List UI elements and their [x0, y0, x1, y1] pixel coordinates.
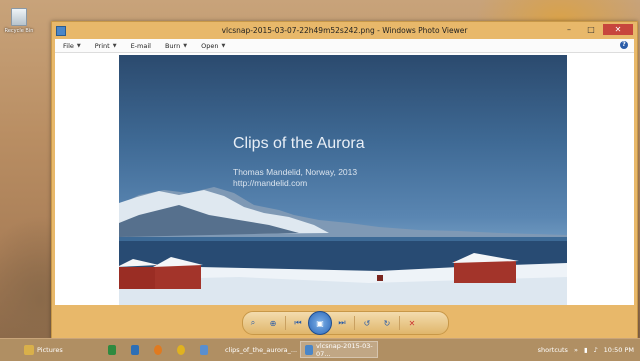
chevron-down-icon: ▼ [112, 42, 117, 49]
recycle-bin[interactable]: Recycle Bin [4, 8, 34, 34]
taskbar-app-firefox[interactable] [150, 341, 166, 358]
taskbar-app-excel[interactable] [104, 341, 120, 358]
chevron-down-icon: ▼ [221, 42, 226, 49]
slideshow-button[interactable]: ▣ [308, 311, 332, 335]
zoom-icon[interactable]: ⌕ [243, 316, 263, 330]
shortcuts-toolbar[interactable]: shortcuts [538, 346, 568, 354]
menu-open-label: Open [201, 41, 219, 50]
rotate-clockwise-icon[interactable]: ↻ [377, 316, 397, 330]
network-icon[interactable]: ▮ [584, 346, 588, 354]
photo-viewer-icon [305, 344, 313, 355]
chevron-down-icon: ▼ [183, 42, 188, 49]
menu-bar: File ▼ Print ▼ E-mail Burn ▼ Open ▼ ? [55, 39, 634, 53]
recycle-bin-icon [11, 8, 27, 26]
excel-icon [108, 344, 116, 355]
divider [399, 316, 400, 330]
taskbar-app-photos[interactable] [196, 341, 212, 358]
chrome-icon [177, 344, 185, 355]
menu-print[interactable]: Print ▼ [95, 42, 117, 50]
previous-icon[interactable]: ⏮ [288, 316, 308, 330]
fit-window-icon[interactable]: ⊕ [263, 316, 283, 330]
menu-burn[interactable]: Burn ▼ [165, 42, 187, 50]
menu-file[interactable]: File ▼ [63, 42, 81, 50]
close-button[interactable]: ✕ [603, 24, 633, 35]
photo-credit: Thomas Mandelid, Norway, 2013 [233, 167, 358, 177]
photo-url: http://mandelid.com [233, 178, 308, 188]
taskbar-item-label: Pictures [37, 345, 63, 354]
tray-arrow-icon[interactable]: » [574, 346, 578, 354]
minimize-button[interactable]: – [559, 24, 579, 35]
taskbar-item-label: vlcsnap-2015-03-07... [316, 341, 373, 358]
help-icon[interactable]: ? [620, 41, 628, 49]
menu-email-label: E-mail [130, 41, 151, 50]
taskbar-item-vlc[interactable]: clips_of_the_aurora_... [218, 341, 298, 358]
photo-subtitle: Thomas Mandelid, Norway, 2013 http://man… [233, 167, 357, 189]
window-title: vlcsnap-2015-03-07-22h49m52s242.png - Wi… [221, 26, 468, 35]
menu-print-label: Print [94, 41, 110, 50]
taskbar-item-pictures[interactable]: Pictures [20, 341, 90, 358]
taskbar-app-chrome[interactable] [173, 341, 189, 358]
photo-title-text: Clips of the Aurora [233, 135, 365, 152]
menu-file-label: File [63, 41, 74, 50]
volume-icon[interactable]: ♪ [594, 346, 598, 354]
taskbar: Pictures clips_of_the_aurora_... vlcsnap… [0, 338, 640, 361]
menu-burn-label: Burn [164, 41, 181, 50]
folder-icon [24, 344, 34, 355]
firefox-icon [154, 344, 162, 355]
recycle-bin-label: Recycle Bin [4, 28, 34, 34]
system-tray: shortcuts » ▮ ♪ 10:50 PM [538, 341, 634, 358]
photo-viewer-window: vlcsnap-2015-03-07-22h49m52s242.png - Wi… [51, 21, 638, 339]
maximize-button[interactable]: □ [581, 24, 601, 35]
delete-icon[interactable]: ✕ [402, 316, 422, 330]
menu-open[interactable]: Open ▼ [201, 42, 225, 50]
title-bar[interactable]: vlcsnap-2015-03-07-22h49m52s242.png - Wi… [52, 22, 637, 39]
taskbar-item-label: clips_of_the_aurora_... [225, 345, 298, 354]
menu-email[interactable]: E-mail [131, 42, 151, 50]
taskbar-item-photo-viewer[interactable]: vlcsnap-2015-03-07... [300, 341, 378, 358]
divider [354, 316, 355, 330]
chevron-down-icon: ▼ [76, 42, 81, 49]
photos-icon [200, 344, 208, 355]
photo-display: Clips of the Aurora Thomas Mandelid, Nor… [119, 55, 567, 305]
taskbar-app-outlook[interactable] [127, 341, 143, 358]
playback-controls: ⌕ ⊕ ⏮ ▣ ⏭ ↺ ↻ ✕ [242, 311, 449, 335]
clock[interactable]: 10:50 PM [604, 346, 634, 354]
divider [285, 316, 286, 330]
image-viewport: Clips of the Aurora Thomas Mandelid, Nor… [55, 53, 634, 305]
next-icon[interactable]: ⏭ [332, 316, 352, 330]
rotate-counterclockwise-icon[interactable]: ↺ [357, 316, 377, 330]
mail-icon [131, 344, 139, 355]
